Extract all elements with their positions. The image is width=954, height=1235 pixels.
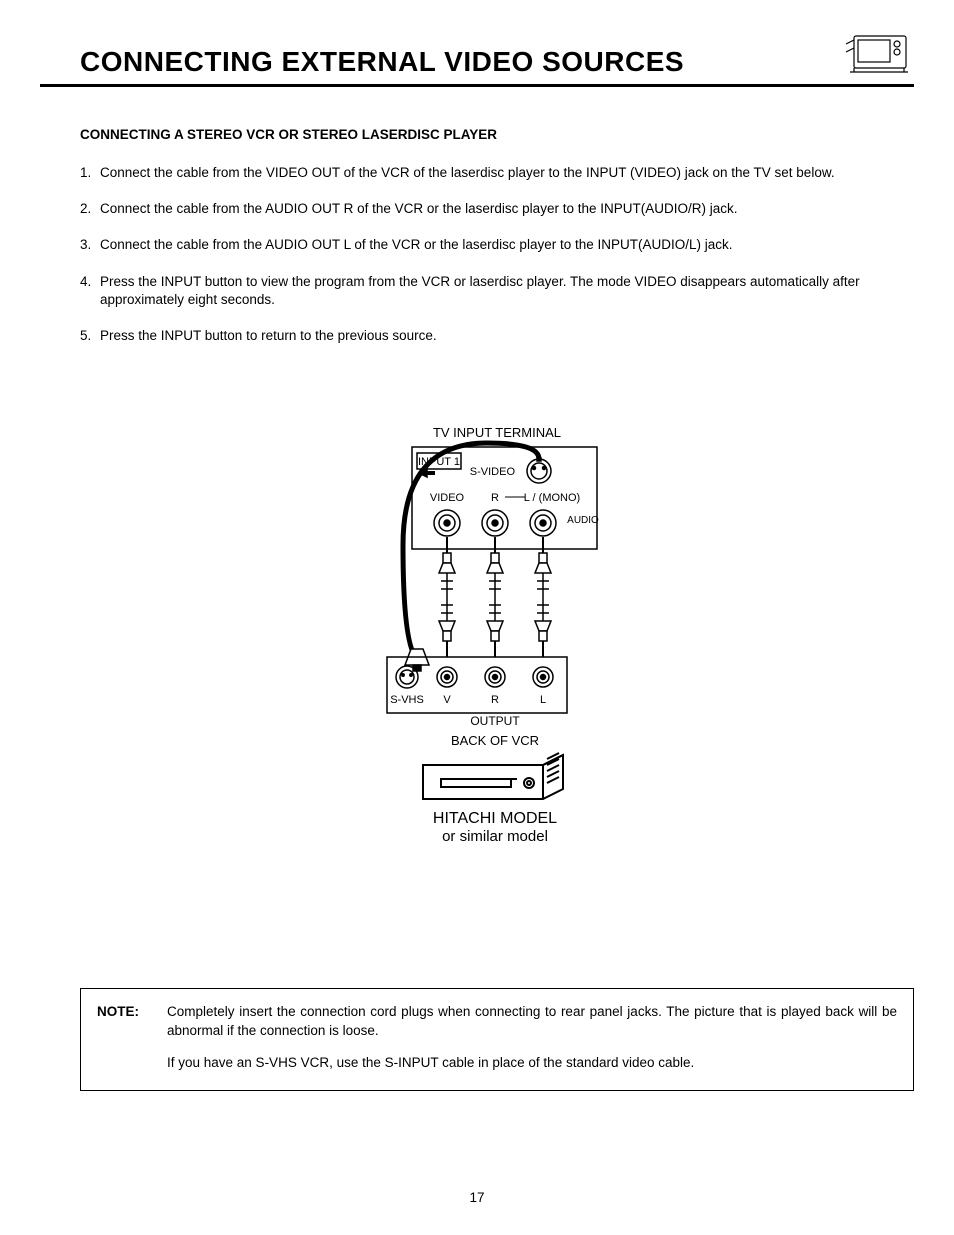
diagram-label-model1: HITACHI MODEL xyxy=(433,810,557,827)
instruction-step: 3. Connect the cable from the AUDIO OUT … xyxy=(80,236,914,254)
note-label: NOTE: xyxy=(97,1003,167,1072)
step-text: Press the INPUT button to view the progr… xyxy=(100,273,914,309)
diagram-label-tv-input: TV INPUT TERMINAL xyxy=(433,425,561,440)
instruction-step: 4. Press the INPUT button to view the pr… xyxy=(80,273,914,309)
diagram-label-audio: AUDIO xyxy=(567,515,599,526)
connection-diagram: TV INPUT TERMINAL INPUT 1 S-VIDEO xyxy=(367,425,627,888)
diagram-label-r2: R xyxy=(491,694,499,706)
diagram-label-l2: L xyxy=(540,694,546,706)
step-text: Connect the cable from the AUDIO OUT R o… xyxy=(100,200,914,218)
note-box: NOTE: Completely insert the connection c… xyxy=(80,988,914,1091)
diagram-label-v: V xyxy=(443,694,451,706)
note-paragraph: If you have an S-VHS VCR, use the S-INPU… xyxy=(167,1054,897,1072)
step-text: Press the INPUT button to return to the … xyxy=(100,327,914,345)
step-number: 5. xyxy=(80,327,100,345)
section-heading: CONNECTING A STEREO VCR OR STEREO LASERD… xyxy=(80,127,914,142)
diagram-label-output: OUTPUT xyxy=(470,714,520,728)
step-text: Connect the cable from the AUDIO OUT L o… xyxy=(100,236,914,254)
diagram-label-model2: or similar model xyxy=(442,828,548,845)
diagram-label-lmono: L / (MONO) xyxy=(524,492,580,504)
step-number: 1. xyxy=(80,164,100,182)
note-paragraph: Completely insert the connection cord pl… xyxy=(167,1003,897,1039)
tv-device-icon xyxy=(844,30,914,78)
instruction-list: 1. Connect the cable from the VIDEO OUT … xyxy=(80,164,914,345)
instruction-step: 5. Press the INPUT button to return to t… xyxy=(80,327,914,345)
diagram-label-r: R xyxy=(491,492,499,504)
step-number: 2. xyxy=(80,200,100,218)
diagram-label-backvcr: BACK OF VCR xyxy=(451,733,539,748)
instruction-step: 2. Connect the cable from the AUDIO OUT … xyxy=(80,200,914,218)
step-number: 3. xyxy=(80,236,100,254)
diagram-label-svideo: S-VIDEO xyxy=(470,466,516,478)
step-text: Connect the cable from the VIDEO OUT of … xyxy=(100,164,914,182)
diagram-label-svhs: S-VHS xyxy=(390,694,424,706)
diagram-label-video: VIDEO xyxy=(430,492,465,504)
step-number: 4. xyxy=(80,273,100,309)
page-title: CONNECTING EXTERNAL VIDEO SOURCES xyxy=(80,46,684,78)
page-number: 17 xyxy=(0,1190,954,1205)
instruction-step: 1. Connect the cable from the VIDEO OUT … xyxy=(80,164,914,182)
